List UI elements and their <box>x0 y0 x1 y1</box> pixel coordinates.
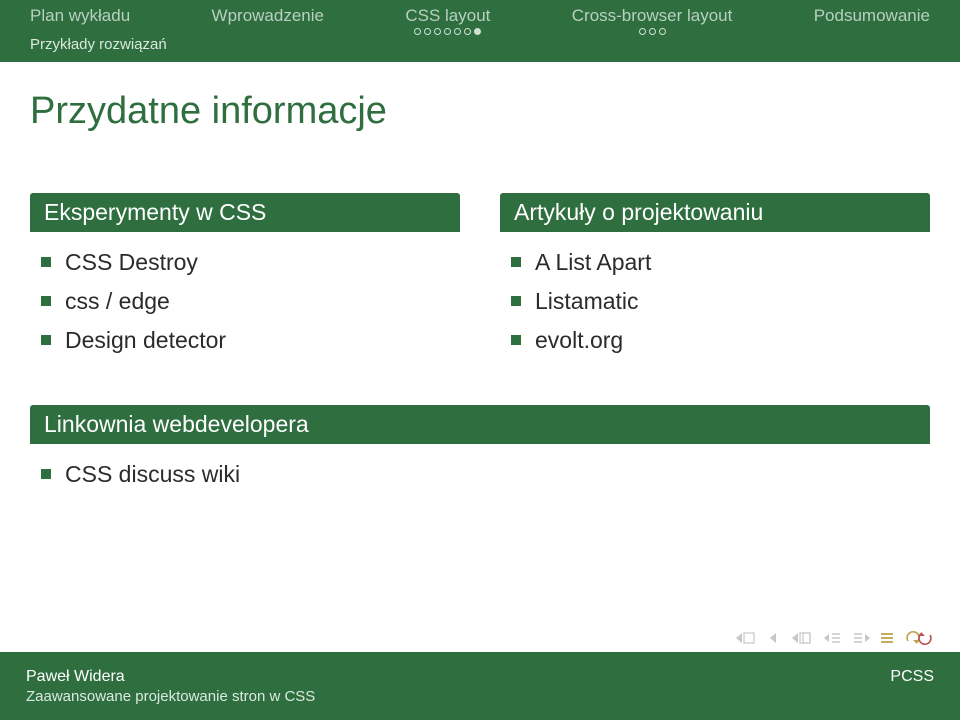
footer-row: Paweł Widera PCSS <box>26 668 934 686</box>
nav-first-icon[interactable] <box>736 631 758 645</box>
nav-item-podsumowanie[interactable]: Podsumowanie <box>814 6 930 26</box>
nav-label: Plan wykładu <box>30 6 130 26</box>
progress-bullets <box>414 28 481 36</box>
nav-item-wprowadzenie[interactable]: Wprowadzenie <box>212 6 324 26</box>
nav-prev-section-icon[interactable] <box>792 631 814 645</box>
beamer-nav-icons <box>736 630 934 646</box>
block-right-list: A List Apart Listamatic evolt.org <box>507 243 923 360</box>
nav-item-css-layout[interactable]: CSS layout <box>405 6 490 36</box>
list-item[interactable]: evolt.org <box>535 321 923 360</box>
list-item[interactable]: css / edge <box>65 282 453 321</box>
block-left: Eksperymenty w CSS CSS Destroy css / edg… <box>30 193 460 367</box>
page-title: Przydatne informacje <box>30 90 930 133</box>
list-item[interactable]: Design detector <box>65 321 453 360</box>
topbar: Plan wykładu Wprowadzenie CSS layout Cr <box>0 0 960 62</box>
title-area: Przydatne informacje <box>0 62 960 163</box>
bullet-icon <box>649 28 656 35</box>
footer-subtitle: Zaawansowane projektowanie stron w CSS <box>26 688 934 705</box>
bullet-icon <box>464 28 471 35</box>
block-left-title: Eksperymenty w CSS <box>30 193 460 232</box>
nav-label: Wprowadzenie <box>212 6 324 26</box>
list-item[interactable]: CSS discuss wiki <box>65 455 923 494</box>
block-bottom-list: CSS discuss wiki <box>37 455 923 494</box>
slide-root: Plan wykładu Wprowadzenie CSS layout Cr <box>0 0 960 720</box>
block-bottom-body: CSS discuss wiki <box>30 444 930 501</box>
block-bottom: Linkownia webdevelopera CSS discuss wiki <box>30 405 930 501</box>
block-right: Artykuły o projektowaniu A List Apart Li… <box>500 193 930 367</box>
footer-institution: PCSS <box>890 668 934 686</box>
subsection-label: Przykłady rozwiązań <box>0 36 960 59</box>
nav-row: Plan wykładu Wprowadzenie CSS layout Cr <box>0 0 960 36</box>
nav-subsection-prev-icon[interactable] <box>824 631 842 645</box>
nav-refresh-icon[interactable] <box>904 630 934 646</box>
block-right-title: Artykuły o projektowaniu <box>500 193 930 232</box>
nav-subsection-next-icon[interactable] <box>852 631 870 645</box>
nav-item-cross-browser[interactable]: Cross-browser layout <box>572 6 733 36</box>
bullet-current-icon <box>474 28 481 35</box>
bullet-icon <box>639 28 646 35</box>
list-item[interactable]: Listamatic <box>535 282 923 321</box>
bullet-icon <box>434 28 441 35</box>
list-item[interactable]: A List Apart <box>535 243 923 282</box>
nav-prev-icon[interactable] <box>768 631 782 645</box>
block-right-body: A List Apart Listamatic evolt.org <box>500 232 930 367</box>
block-left-list: CSS Destroy css / edge Design detector <box>37 243 453 360</box>
nav-list-icon[interactable] <box>880 631 894 645</box>
footer: Paweł Widera PCSS Zaawansowane projektow… <box>0 652 960 720</box>
block-left-body: CSS Destroy css / edge Design detector <box>30 232 460 367</box>
bullet-icon <box>659 28 666 35</box>
nav-label: Podsumowanie <box>814 6 930 26</box>
nav-label: CSS layout <box>405 6 490 26</box>
bullet-icon <box>454 28 461 35</box>
bullet-icon <box>444 28 451 35</box>
footer-author: Paweł Widera <box>26 668 125 686</box>
nav-item-plan[interactable]: Plan wykładu <box>30 6 130 26</box>
two-column-row: Eksperymenty w CSS CSS Destroy css / edg… <box>30 193 930 367</box>
content: Eksperymenty w CSS CSS Destroy css / edg… <box>0 163 960 652</box>
bullet-icon <box>424 28 431 35</box>
progress-bullets <box>639 28 666 36</box>
block-bottom-title: Linkownia webdevelopera <box>30 405 930 444</box>
list-item[interactable]: CSS Destroy <box>65 243 453 282</box>
bullet-icon <box>414 28 421 35</box>
nav-label: Cross-browser layout <box>572 6 733 26</box>
